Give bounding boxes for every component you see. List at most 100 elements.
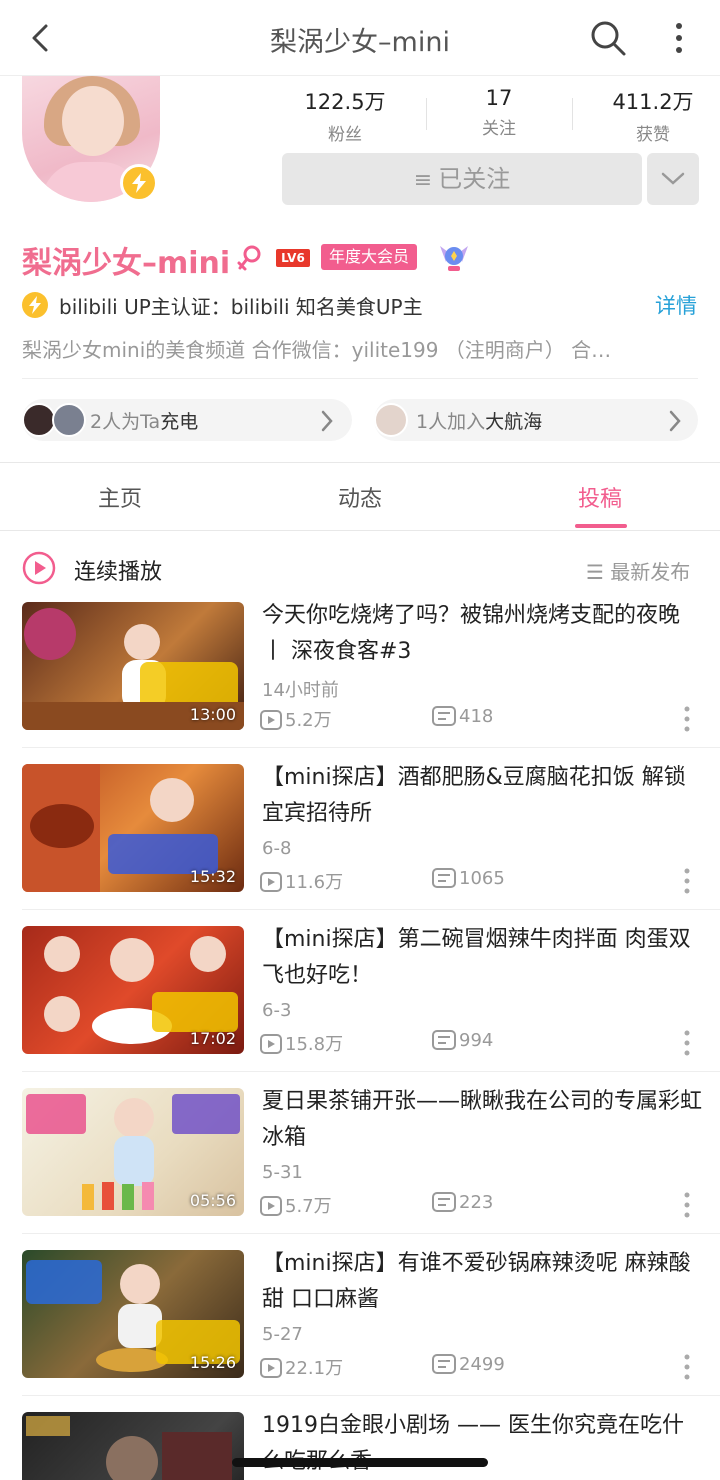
danmaku-icon: [432, 1192, 456, 1212]
play-count-icon: [260, 710, 282, 730]
video-plays: 22.1万: [260, 1354, 343, 1380]
play-circle-icon[interactable]: [22, 551, 56, 585]
video-thumbnail[interactable]: [22, 1412, 244, 1480]
video-plays-value: 11.6万: [285, 872, 344, 893]
avatar-face: [62, 86, 124, 156]
more-vertical-icon[interactable]: [664, 18, 694, 58]
stat-likes-value: 411.2万: [612, 90, 694, 114]
stat-fans-label: 粉丝: [328, 125, 362, 145]
supporter-avatar: [52, 403, 86, 437]
tab-uploads[interactable]: 投稿: [480, 481, 720, 513]
video-danmaku-value: 994: [459, 1030, 494, 1051]
tab-bar: 主页 动态 投稿: [0, 463, 720, 531]
video-title[interactable]: 【mini探店】有谁不爱砂锅麻辣烫呢 麻辣酸甜 口口麻酱: [262, 1246, 702, 1318]
video-title[interactable]: 夏日果茶铺开张——瞅瞅我在公司的专属彩虹冰箱: [262, 1084, 702, 1156]
video-date: 5-27: [262, 1324, 303, 1345]
fleet-pill[interactable]: 1人加入大航海: [374, 399, 698, 441]
video-date: 14小时前: [262, 680, 339, 701]
video-danmaku-value: 223: [459, 1192, 494, 1213]
signature-text[interactable]: 梨涡少女mini的美食频道 合作微信：yilite199 （注明商户） 合…: [22, 334, 692, 363]
video-thumbnail[interactable]: 15:32: [22, 764, 244, 892]
fleet-text: 1人加入大航海: [416, 407, 542, 434]
video-item[interactable]: 1919白金眼小剧场 —— 医生你究竟在吃什么吃那么香: [0, 1412, 720, 1480]
video-danmaku: 418: [432, 706, 493, 727]
continuous-play-label[interactable]: 连续播放: [74, 554, 162, 586]
divider: [22, 1233, 720, 1234]
video-thumbnail[interactable]: 05:56: [22, 1088, 244, 1216]
video-duration: 15:32: [189, 867, 236, 886]
video-plays-value: 5.7万: [285, 1196, 332, 1217]
video-more-icon[interactable]: [684, 1030, 690, 1056]
stat-following[interactable]: 17 关注: [424, 86, 574, 139]
chevron-right-icon: [669, 410, 681, 432]
follow-dropdown-button[interactable]: [647, 153, 699, 205]
danmaku-icon: [432, 1030, 456, 1050]
video-title[interactable]: 今天你吃烧烤了吗？被锦州烧烤支配的夜晚 丨 深夜食客#3: [262, 598, 702, 670]
video-duration: 05:56: [189, 1191, 236, 1210]
video-item[interactable]: 15:26 【mini探店】有谁不爱砂锅麻辣烫呢 麻辣酸甜 口口麻酱 5-27 …: [0, 1250, 720, 1412]
charge-text: 2人为Ta充电: [90, 407, 198, 434]
video-more-icon[interactable]: [684, 706, 690, 732]
video-danmaku-value: 1065: [459, 868, 505, 889]
video-title[interactable]: 【mini探店】酒都肥肠&豆腐脑花扣饭 解锁宜宾招待所: [262, 760, 702, 832]
stat-fans[interactable]: 122.5万 粉丝: [270, 86, 420, 145]
video-plays-value: 22.1万: [285, 1358, 344, 1379]
stat-divider: [572, 98, 573, 130]
certification-text: bilibili UP主认证：bilibili 知名美食UP主: [59, 295, 423, 319]
detail-link[interactable]: 详情: [655, 290, 697, 320]
chevron-down-icon: [661, 172, 685, 185]
video-danmaku-value: 2499: [459, 1354, 505, 1375]
video-duration: 13:00: [189, 705, 236, 724]
video-plays: 15.8万: [260, 1030, 343, 1056]
video-thumbnail[interactable]: 17:02: [22, 926, 244, 1054]
stat-fans-value: 122.5万: [304, 90, 386, 114]
followed-button[interactable]: ≡ 已关注: [282, 153, 642, 205]
video-item[interactable]: 15:32 【mini探店】酒都肥肠&豆腐脑花扣饭 解锁宜宾招待所 6-8 11…: [0, 764, 720, 926]
video-date: 6-3: [262, 1000, 292, 1021]
video-item[interactable]: 17:02 【mini探店】第二碗冒烟辣牛肉拌面 肉蛋双飞也好吃！ 6-3 15…: [0, 926, 720, 1088]
video-date: 5-31: [262, 1162, 303, 1183]
vip-badge[interactable]: 年度大会员: [321, 244, 418, 270]
tab-dynamics[interactable]: 动态: [240, 481, 480, 513]
video-thumbnail[interactable]: 15:26: [22, 1250, 244, 1378]
continuous-play-bar: 连续播放 ☰ 最新发布: [0, 532, 720, 604]
chevron-right-icon: [321, 410, 333, 432]
certification-row: bilibili UP主认证：bilibili 知名美食UP主 详情: [22, 290, 720, 322]
video-item[interactable]: 13:00 今天你吃烧烤了吗？被锦州烧烤支配的夜晚 丨 深夜食客#3 14小时前…: [0, 602, 720, 764]
video-title[interactable]: 1919白金眼小剧场 —— 医生你究竟在吃什么吃那么香: [262, 1412, 702, 1480]
stat-likes-label: 获赞: [636, 125, 670, 145]
stats-row: 122.5万 粉丝 17 关注 411.2万 获赞: [260, 86, 720, 146]
thumbnail-art: [26, 1416, 232, 1480]
divider: [22, 1395, 720, 1396]
video-plays: 5.2万: [260, 706, 332, 732]
video-more-icon[interactable]: [684, 1354, 690, 1380]
fleet-member-avatar: [374, 403, 408, 437]
stat-following-label: 关注: [482, 119, 516, 139]
video-date: 6-8: [262, 838, 292, 859]
verified-badge-icon: [120, 164, 158, 202]
charge-pill[interactable]: 2人为Ta充电: [22, 399, 352, 441]
top-bar: 梨涡少女–mini: [0, 0, 720, 76]
video-thumbnail[interactable]: 13:00: [22, 602, 244, 730]
female-icon: [237, 245, 261, 271]
fan-medal-icon[interactable]: [436, 240, 472, 274]
home-indicator[interactable]: [232, 1458, 488, 1467]
tab-home[interactable]: 主页: [0, 481, 240, 513]
active-tab-indicator: [575, 524, 627, 528]
charge-prefix: 2人为Ta: [90, 411, 161, 433]
divider: [22, 747, 720, 748]
video-title[interactable]: 【mini探店】第二碗冒烟辣牛肉拌面 肉蛋双飞也好吃！: [262, 922, 702, 994]
video-danmaku: 2499: [432, 1354, 505, 1375]
play-count-icon: [260, 1358, 282, 1378]
divider: [22, 1071, 720, 1072]
video-plays: 5.7万: [260, 1192, 332, 1218]
sort-button[interactable]: ☰ 最新发布: [586, 556, 690, 585]
followed-button-label: 已关注: [438, 165, 511, 193]
video-danmaku: 994: [432, 1030, 493, 1051]
video-more-icon[interactable]: [684, 1192, 690, 1218]
fleet-prefix: 1人加入: [416, 411, 486, 433]
stat-following-value: 17: [485, 86, 513, 110]
search-icon[interactable]: [588, 18, 628, 58]
video-item[interactable]: 05:56 夏日果茶铺开张——瞅瞅我在公司的专属彩虹冰箱 5-31 5.7万 2…: [0, 1088, 720, 1250]
video-more-icon[interactable]: [684, 868, 690, 894]
